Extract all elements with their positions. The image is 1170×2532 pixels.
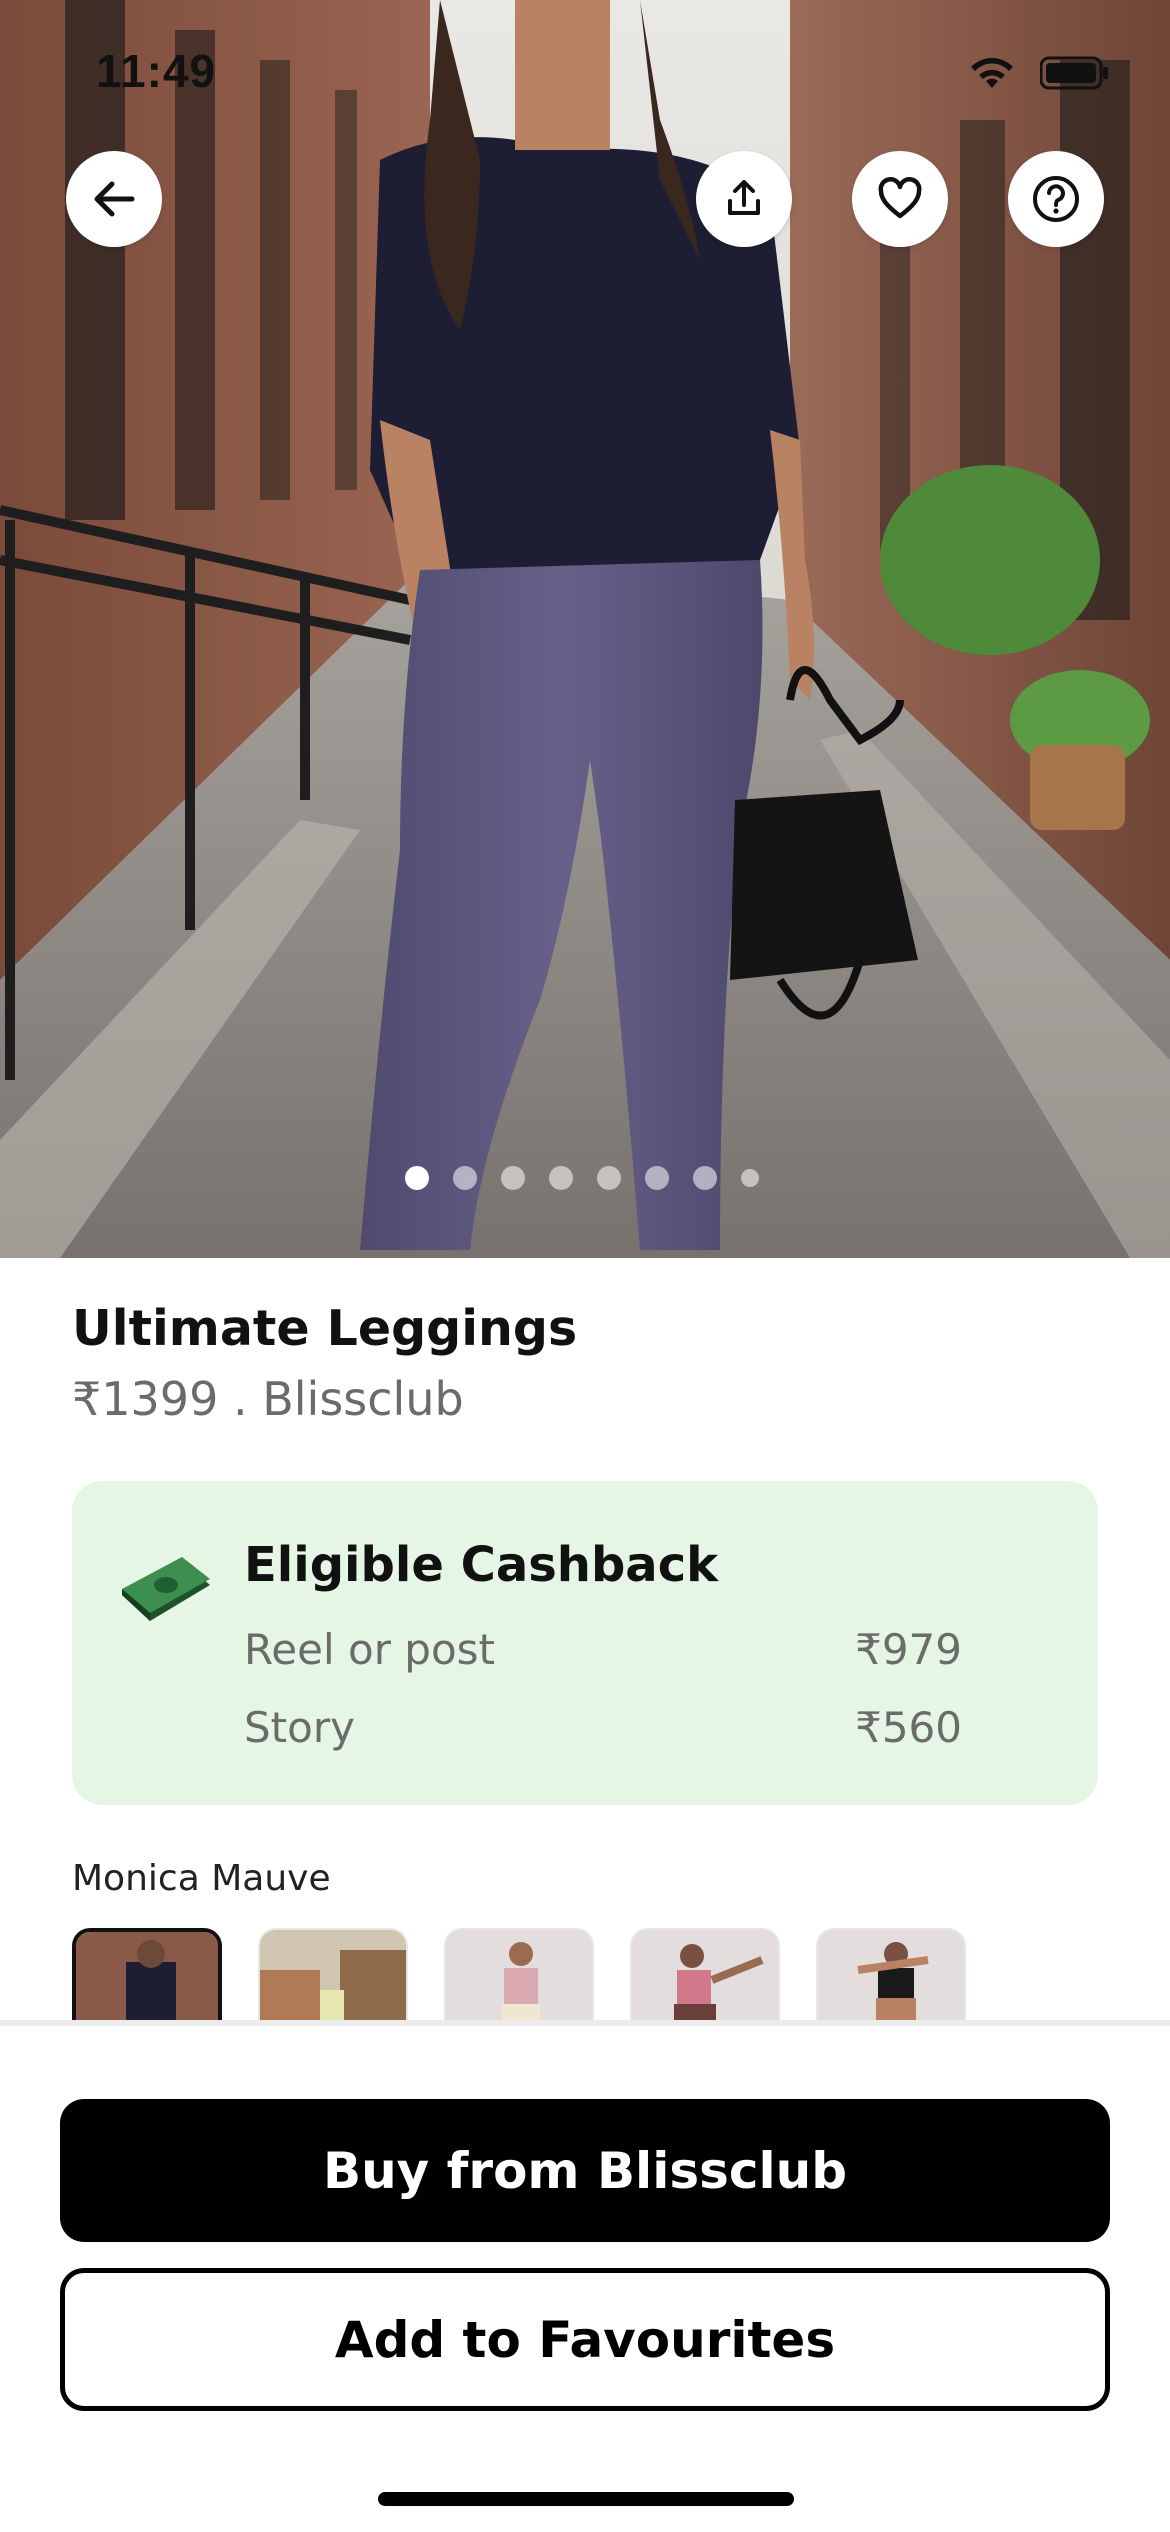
carousel-dot[interactable] xyxy=(645,1166,669,1190)
back-button[interactable] xyxy=(66,151,162,247)
thumbnail-image xyxy=(260,1930,406,2024)
variant-thumbnail-list xyxy=(72,1928,966,2024)
variant-thumbnail[interactable] xyxy=(72,1928,222,2024)
variant-thumbnail[interactable] xyxy=(258,1928,408,2024)
cashback-row-label: Story xyxy=(244,1703,355,1752)
product-title: Ultimate Leggings xyxy=(72,1300,578,1357)
status-icons xyxy=(966,54,1110,92)
carousel-indicator xyxy=(405,1166,759,1190)
buy-button[interactable]: Buy from Blissclub xyxy=(60,2099,1110,2242)
cashback-title: Eligible Cashback xyxy=(244,1537,719,1593)
variant-thumbnail[interactable] xyxy=(630,1928,780,2024)
home-indicator xyxy=(378,2492,794,2506)
variant-thumbnail[interactable] xyxy=(444,1928,594,2024)
status-time: 11:49 xyxy=(96,45,217,97)
cashback-card: Eligible Cashback Reel or post ₹979 Stor… xyxy=(72,1481,1098,1805)
cashback-row-amount: ₹560 xyxy=(855,1703,962,1752)
favourite-button[interactable] xyxy=(852,151,948,247)
help-button[interactable] xyxy=(1008,151,1104,247)
product-photo xyxy=(0,0,1170,1258)
carousel-dot[interactable] xyxy=(549,1166,573,1190)
thumbnail-image xyxy=(632,1930,778,2024)
battery-icon xyxy=(1040,56,1108,90)
cashback-row: Story ₹560 xyxy=(244,1703,962,1752)
carousel-dot[interactable] xyxy=(693,1166,717,1190)
variant-thumbnail[interactable] xyxy=(816,1928,966,2024)
cashback-row: Reel or post ₹979 xyxy=(244,1625,962,1674)
variant-color-label: Monica Mauve xyxy=(72,1858,331,1899)
product-image-carousel[interactable]: 11:49 xyxy=(0,0,1170,1258)
wifi-icon xyxy=(971,58,1013,88)
cashback-row-amount: ₹979 xyxy=(855,1625,962,1674)
cashback-row-label: Reel or post xyxy=(244,1625,496,1674)
share-icon xyxy=(728,180,760,215)
heart-icon xyxy=(878,177,922,219)
carousel-dot[interactable] xyxy=(597,1166,621,1190)
carousel-dot[interactable] xyxy=(501,1166,525,1190)
help-icon xyxy=(1033,176,1079,222)
product-price-brand: ₹1399 . Blissclub xyxy=(72,1372,464,1426)
carousel-dot[interactable] xyxy=(741,1169,759,1187)
carousel-dot[interactable] xyxy=(453,1166,477,1190)
thumbnail-image xyxy=(818,1930,964,2024)
carousel-dot[interactable] xyxy=(405,1166,429,1190)
share-button[interactable] xyxy=(696,151,792,247)
thumbnail-image xyxy=(446,1930,592,2024)
add-to-favourites-button[interactable]: Add to Favourites xyxy=(60,2268,1110,2411)
cash-icon xyxy=(122,1557,210,1621)
thumbnail-image xyxy=(76,1932,218,2024)
arrow-left-icon xyxy=(94,181,135,217)
